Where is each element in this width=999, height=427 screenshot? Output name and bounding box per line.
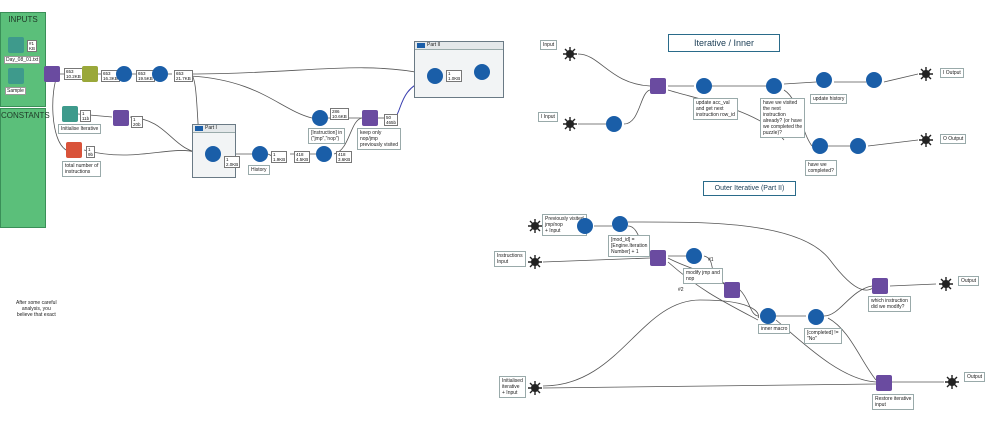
inner-input-top: Input (540, 40, 558, 50)
select-tool-1[interactable] (152, 66, 168, 82)
count-9: 1 1.9KB (271, 151, 288, 163)
count-6: 1 20b (131, 116, 143, 128)
inner-macro-input-2[interactable] (562, 116, 578, 132)
outer-join-tool[interactable] (650, 250, 666, 266)
label-which: which instruction did we modify? (868, 296, 911, 312)
label-restore: Restore iterative input (872, 394, 915, 410)
inner-join-tool[interactable] (650, 78, 666, 94)
label-instructions-input: Instructions Input (494, 251, 526, 267)
part1-iterative-macro[interactable] (205, 146, 221, 162)
constants-title: CONSTANTS (1, 111, 50, 120)
label-inner-macro: inner macro (758, 324, 791, 334)
note-text: After some careful analysis, you believe… (16, 300, 57, 318)
label-output1: Output (958, 276, 980, 286)
inner-update-history[interactable] (816, 72, 832, 88)
outer-join-which[interactable] (872, 278, 888, 294)
input-data-tool-1[interactable] (8, 37, 24, 53)
label-completed-no: [completed] != "No" (804, 328, 842, 344)
outer-select-tool-1[interactable] (577, 218, 593, 234)
outer-macro-input-instructions[interactable] (527, 254, 543, 270)
inputs-title: INPUTS (8, 15, 38, 24)
label-history: History (248, 165, 270, 175)
container-part1-header[interactable]: Part I (193, 125, 235, 133)
count-11: 418 3.6KB (336, 151, 353, 163)
join-tool-1[interactable] (362, 110, 378, 126)
label-visited: have we visited the next instruction alr… (760, 98, 806, 138)
count-13: 50 465b (384, 114, 399, 126)
input-file-label-1: Day_08_01.txt (4, 56, 41, 64)
outer-title: Outer Iterative (Part II) (703, 181, 796, 196)
filter-tool-jmp-nop[interactable] (312, 110, 328, 126)
label-output-top: I Output (940, 68, 964, 78)
inner-filter-visited[interactable] (766, 78, 782, 94)
select-tool-history[interactable] (252, 146, 268, 162)
label-instr-in: [Instruction] in ("jmp","nop") (308, 128, 346, 144)
label-output-bot: O Output (940, 134, 967, 144)
append-tool[interactable] (113, 110, 129, 126)
inner-input-mid: I Input (538, 112, 558, 122)
anchor-label-1: #1 (708, 257, 714, 263)
input-count-badge: #1 KB (27, 40, 38, 52)
label-update-acc: update acc_val and get next instruction … (693, 98, 738, 120)
count-4: 653 21.7KB (174, 70, 193, 82)
outer-join-restore[interactable] (876, 375, 892, 391)
outer-filter-completed[interactable] (808, 309, 824, 325)
label-mod-id: [mod_id] = [Engine.Iteration Number] + 1 (608, 235, 651, 257)
part2-select-tool[interactable] (474, 64, 490, 80)
container-part2-header[interactable]: Part II (415, 42, 503, 50)
outer-filter-mod-id[interactable] (612, 216, 628, 232)
count-12: 286 10.6KB (330, 108, 349, 120)
inner-macro-input-1[interactable] (562, 46, 578, 62)
label-initialise: Initialise Iterative (58, 124, 102, 134)
outer-macro-output-1[interactable] (938, 276, 954, 292)
count-14: 1 1.0KB (446, 70, 463, 82)
inner-select-tool-2[interactable] (866, 72, 882, 88)
summarize-tool[interactable] (66, 142, 82, 158)
text-to-columns-tool[interactable] (44, 66, 60, 82)
inner-title: Iterative / Inner (668, 34, 780, 52)
label-completed: have we completed? (805, 160, 837, 176)
outer-formula-modify[interactable] (686, 248, 702, 264)
count-7: 1 9b (86, 146, 96, 158)
outer-union-tool[interactable] (724, 282, 740, 298)
text-input-tool-initialise[interactable] (62, 106, 78, 122)
inner-formula-update-acc[interactable] (696, 78, 712, 94)
inner-select-tool-1[interactable] (606, 116, 622, 132)
outer-macro-output-2[interactable] (944, 374, 960, 390)
outer-macro-input-prev[interactable] (527, 218, 543, 234)
inner-macro-output-1[interactable] (918, 66, 934, 82)
label-modify: modify jmp and nop (683, 268, 723, 284)
inner-select-tool-3[interactable] (850, 138, 866, 154)
count-10: 418 4.5KB (294, 151, 311, 163)
label-update-history: update history (810, 94, 848, 104)
count-8: 1 2.0KB (224, 156, 241, 168)
select-tool-2[interactable] (316, 146, 332, 162)
record-id-tool[interactable] (116, 66, 132, 82)
inner-filter-completed[interactable] (812, 138, 828, 154)
container-part2-title: Part II (427, 42, 441, 48)
count-1: 653 10.2KB (64, 68, 83, 80)
anchor-label-2: #2 (678, 287, 684, 293)
workflow-canvas[interactable]: INPUTS Day_08_01.txt #1 KB Sample CONSTAN… (0, 0, 999, 427)
label-total: total number of instructions (62, 161, 102, 177)
input-file-label-2: Sample (5, 87, 26, 95)
inner-macro-output-2[interactable] (918, 132, 934, 148)
container-part1-title: Part I (205, 125, 217, 131)
part2-iterative-macro[interactable] (427, 68, 443, 84)
outer-macro-input-init[interactable] (527, 380, 543, 396)
input-data-tool-2[interactable] (8, 68, 24, 84)
constants-panel: CONSTANTS (0, 108, 50, 228)
formula-tool-1[interactable] (82, 66, 98, 82)
label-output2: Output (964, 372, 986, 382)
count-5: 1 11b (80, 110, 92, 122)
label-init-outer: Initialised iterative + Input (499, 376, 526, 398)
outer-inner-macro[interactable] (760, 308, 776, 324)
label-keep-only: keep only nop/jmp previously visited (357, 128, 402, 150)
